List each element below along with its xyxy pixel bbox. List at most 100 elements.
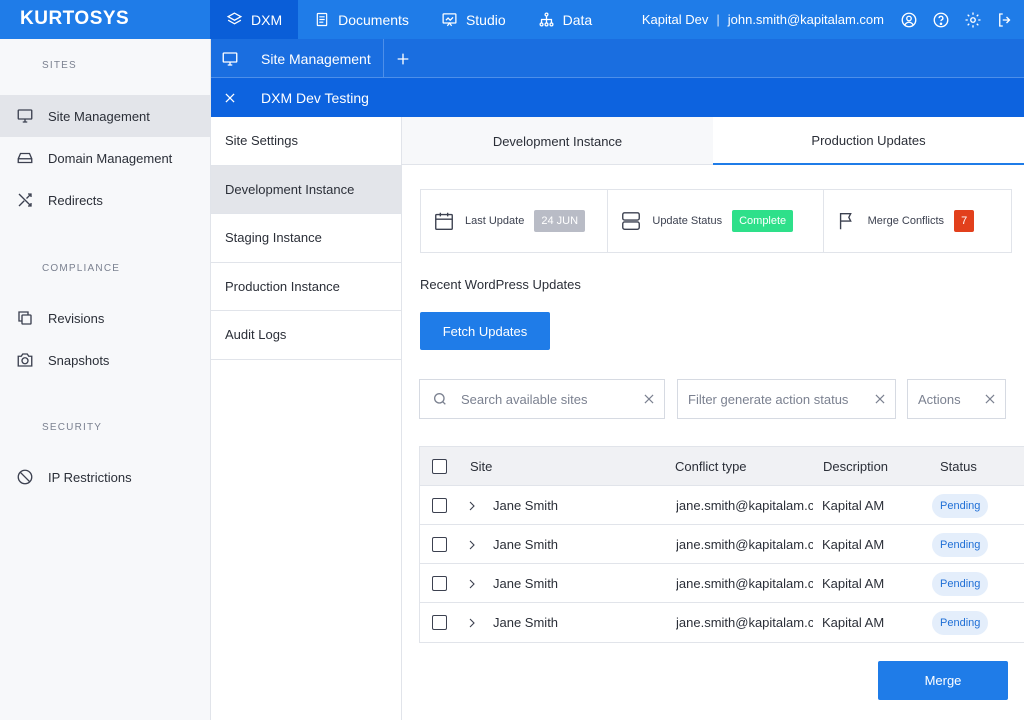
user-area: Kapital Dev | john.smith@kapitalam.com bbox=[642, 0, 1014, 39]
sidebar-item-redirects[interactable]: Redirects bbox=[0, 179, 210, 221]
nav-documents[interactable]: Documents bbox=[298, 0, 425, 39]
row-checkbox[interactable] bbox=[432, 603, 447, 642]
drive-icon bbox=[16, 149, 34, 167]
sidebar-item-label: Site Management bbox=[48, 108, 150, 124]
status-filter[interactable]: Filter generate action status bbox=[677, 379, 896, 419]
col-description[interactable]: Description bbox=[823, 447, 888, 486]
kurtosys-logo[interactable]: KURTOSYS bbox=[20, 8, 129, 30]
documents-icon bbox=[314, 11, 330, 28]
tab-site-management[interactable]: Site Management bbox=[249, 39, 384, 78]
chevron-right-icon[interactable] bbox=[466, 486, 478, 525]
nav-data[interactable]: Data bbox=[522, 0, 609, 39]
chevron-right-icon[interactable] bbox=[466, 525, 478, 564]
user-email: john.smith@kapitalam.com bbox=[727, 12, 884, 27]
recent-updates-title: Recent WordPress Updates bbox=[420, 277, 581, 292]
update-status-label: Update Status bbox=[652, 215, 723, 227]
merge-conflicts-badge: 7 bbox=[954, 210, 975, 232]
flag-icon bbox=[836, 210, 858, 232]
menu-development-instance[interactable]: Development Instance bbox=[211, 165, 401, 214]
merge-button[interactable]: Merge bbox=[878, 661, 1008, 700]
updates-table: Site Conflict type Description Status Ja… bbox=[419, 446, 1024, 643]
menu-site-settings[interactable]: Site Settings bbox=[211, 117, 401, 166]
nav-dxm-label: DXM bbox=[251, 11, 283, 28]
user-icon[interactable] bbox=[900, 11, 918, 29]
nav-studio[interactable]: Studio bbox=[425, 0, 522, 39]
studio-icon bbox=[441, 11, 458, 28]
monitor-icon bbox=[16, 107, 34, 125]
camera-icon bbox=[16, 351, 34, 369]
tab-production-updates[interactable]: Production Updates bbox=[713, 117, 1024, 165]
monitor-icon bbox=[211, 39, 249, 78]
help-icon[interactable] bbox=[932, 11, 950, 29]
row-description: Kapital AM bbox=[822, 615, 885, 630]
last-update-label: Last Update bbox=[465, 215, 525, 227]
gear-icon[interactable] bbox=[964, 11, 982, 29]
row-checkbox[interactable] bbox=[432, 564, 447, 603]
search-placeholder: Search available sites bbox=[461, 391, 588, 407]
menu-staging-instance[interactable]: Staging Instance bbox=[211, 214, 401, 263]
workspace-name[interactable]: Kapital Dev bbox=[642, 12, 708, 27]
shuffle-icon bbox=[16, 191, 34, 209]
status-badge: Pending bbox=[932, 486, 989, 525]
section-security: SECURITY bbox=[42, 422, 103, 433]
update-status-card: Update Status Complete bbox=[608, 190, 824, 252]
sidebar-item-label: Revisions bbox=[48, 310, 105, 326]
server-icon bbox=[620, 210, 642, 232]
summary-cards: Last Update 24 JUN Update Status Complet… bbox=[420, 189, 1012, 253]
col-status[interactable]: Status bbox=[940, 447, 977, 486]
nav-dxm[interactable]: DXM bbox=[210, 0, 299, 39]
table-header: Site Conflict type Description Status bbox=[420, 447, 1024, 486]
search-icon bbox=[432, 391, 448, 407]
fetch-updates-button[interactable]: Fetch Updates bbox=[420, 312, 550, 350]
status-badge: Pending bbox=[932, 603, 989, 642]
main-panel: Development Instance Production Updates … bbox=[402, 117, 1024, 720]
col-site[interactable]: Site bbox=[470, 447, 492, 486]
actions-dropdown[interactable]: Actions bbox=[907, 379, 1006, 419]
plus-icon bbox=[395, 51, 411, 67]
table-row[interactable]: Jane Smith jane.smith@kapitalam.c Kapita… bbox=[420, 486, 1024, 525]
row-site: Jane Smith bbox=[493, 537, 559, 552]
table-row[interactable]: Jane Smith jane.smith@kapitalam.c Kapita… bbox=[420, 564, 1024, 603]
row-checkbox[interactable] bbox=[432, 486, 447, 525]
menu-audit-logs[interactable]: Audit Logs bbox=[211, 311, 401, 360]
nav-studio-label: Studio bbox=[465, 11, 506, 28]
status-filter-placeholder: Filter generate action status bbox=[688, 391, 849, 407]
clear-search-icon[interactable] bbox=[642, 392, 656, 406]
user-separator: | bbox=[716, 12, 720, 27]
row-site: Jane Smith bbox=[493, 576, 559, 591]
select-all-checkbox[interactable] bbox=[432, 447, 447, 486]
sidebar-item-ip-restrictions[interactable]: IP Restrictions bbox=[0, 456, 210, 498]
row-conflict: jane.smith@kapitalam.c bbox=[676, 576, 813, 591]
menu-production-instance[interactable]: Production Instance bbox=[211, 263, 401, 311]
table-row[interactable]: Jane Smith jane.smith@kapitalam.c Kapita… bbox=[420, 525, 1024, 564]
sidebar-item-revisions[interactable]: Revisions bbox=[0, 297, 210, 339]
add-tab-button[interactable] bbox=[384, 39, 422, 78]
data-icon bbox=[538, 11, 555, 28]
clear-status-icon[interactable] bbox=[873, 392, 887, 406]
table-row[interactable]: Jane Smith jane.smith@kapitalam.c Kapita… bbox=[420, 603, 1024, 642]
section-sites: SITES bbox=[42, 60, 77, 71]
clear-actions-icon[interactable] bbox=[983, 392, 997, 406]
row-conflict: jane.smith@kapitalam.c bbox=[676, 615, 813, 630]
sidebar-item-domain-management[interactable]: Domain Management bbox=[0, 137, 210, 179]
col-conflict-type[interactable]: Conflict type bbox=[675, 447, 747, 486]
tab-strip: Site Management bbox=[211, 39, 1024, 78]
last-update-card: Last Update 24 JUN bbox=[421, 190, 609, 252]
row-checkbox[interactable] bbox=[432, 525, 447, 564]
sidebar-item-site-management[interactable]: Site Management bbox=[0, 95, 210, 137]
logout-icon[interactable] bbox=[996, 11, 1014, 29]
tab-dxm-dev-testing[interactable]: DXM Dev Testing bbox=[249, 78, 381, 117]
sidebar-item-label: Redirects bbox=[48, 192, 103, 208]
last-update-badge: 24 JUN bbox=[534, 210, 586, 232]
sidebar-item-label: IP Restrictions bbox=[48, 469, 132, 485]
chevron-right-icon[interactable] bbox=[466, 564, 478, 603]
chevron-right-icon[interactable] bbox=[466, 603, 478, 642]
update-status-badge: Complete bbox=[732, 210, 794, 232]
sidebar-item-snapshots[interactable]: Snapshots bbox=[0, 339, 210, 381]
top-nav: DXM Documents Studio Data bbox=[210, 0, 608, 39]
tab-development-instance[interactable]: Development Instance bbox=[402, 117, 713, 165]
status-badge: Pending bbox=[932, 564, 989, 603]
row-site: Jane Smith bbox=[493, 498, 559, 513]
search-input[interactable]: Search available sites bbox=[419, 379, 665, 419]
close-tab-button[interactable] bbox=[211, 78, 249, 117]
